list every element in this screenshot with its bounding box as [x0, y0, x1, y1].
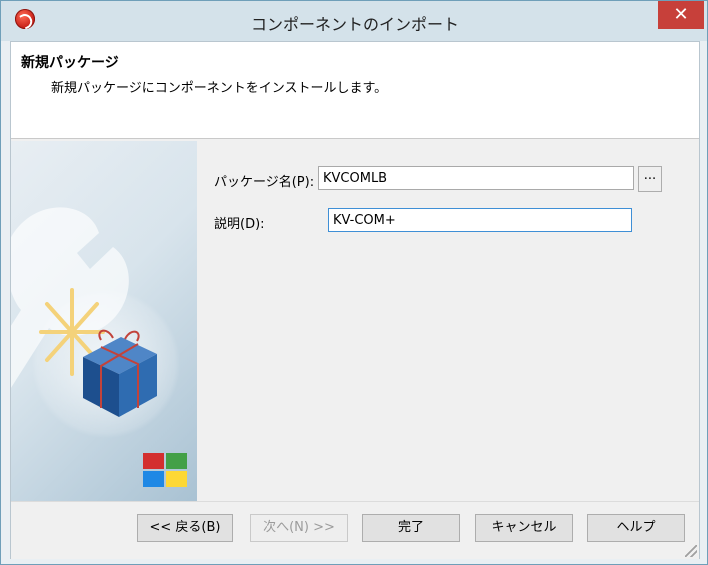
cancel-button[interactable]: キャンセル — [475, 514, 573, 542]
help-button[interactable]: ヘルプ — [587, 514, 685, 542]
close-icon: ✕ — [673, 4, 689, 25]
browse-button[interactable]: ... — [638, 166, 662, 192]
page-title: 新規パッケージ — [21, 55, 119, 71]
description-label: 説明(D): — [214, 217, 265, 232]
import-component-dialog: コンポーネントのインポート ✕ 新規パッケージ 新規パッケージにコンポーネントを… — [0, 0, 708, 565]
wizard-body: 新規パッケージ 新規パッケージにコンポーネントをインストールします。 パッケージ… — [10, 41, 700, 559]
wizard-header: 新規パッケージ 新規パッケージにコンポーネントをインストールします。 — [11, 42, 699, 139]
package-name-label: パッケージ名(P): — [214, 175, 315, 190]
close-button[interactable]: ✕ — [658, 1, 704, 29]
gift-box-icon — [83, 329, 157, 417]
resize-grip[interactable] — [685, 545, 697, 557]
description-input[interactable] — [328, 208, 632, 232]
page-description: 新規パッケージにコンポーネントをインストールします。 — [51, 81, 388, 96]
window-title: コンポーネントのインポート — [250, 15, 459, 34]
back-button[interactable]: << 戻る(B) — [137, 514, 233, 542]
finish-button[interactable]: 完了 — [362, 514, 460, 542]
windows-logo-icon — [143, 453, 187, 487]
title-bar[interactable]: コンポーネントのインポート ✕ — [1, 1, 707, 41]
package-name-input[interactable] — [318, 166, 634, 190]
wizard-side-image — [11, 141, 197, 501]
next-button[interactable]: 次へ(N) >> — [250, 514, 348, 542]
wizard-button-bar: << 戻る(B) 次へ(N) >> 完了 キャンセル ヘルプ — [11, 501, 699, 559]
